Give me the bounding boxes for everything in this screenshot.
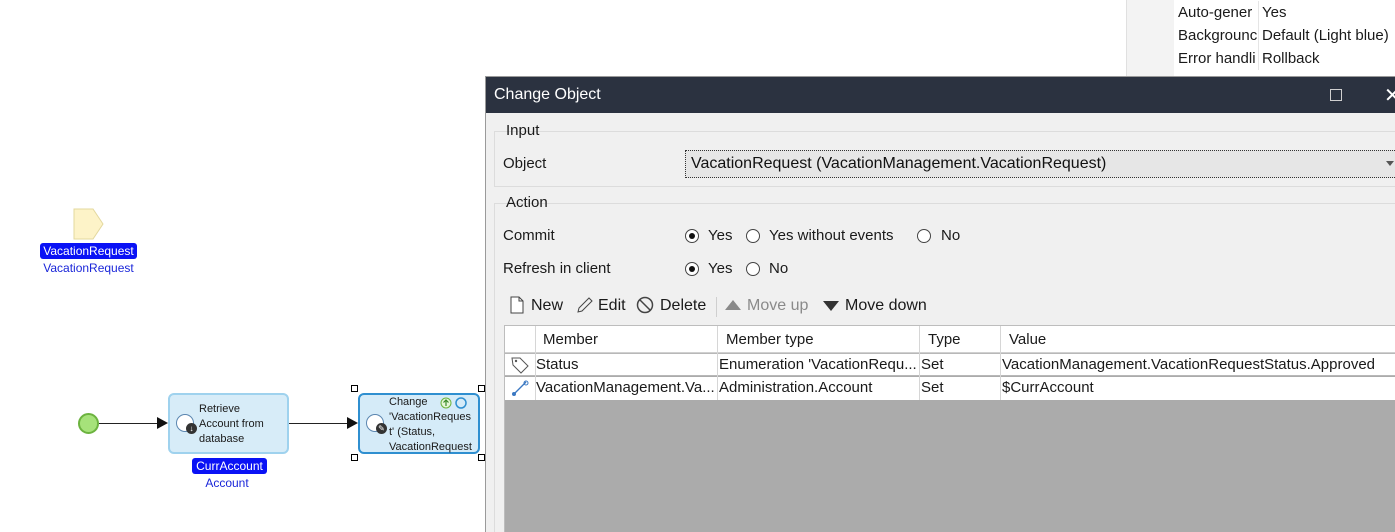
triangle-down-icon	[823, 301, 839, 311]
microflow-editor: Auto-gener Yes Backgrounc Default (Light…	[0, 0, 1395, 532]
move-up-button[interactable]: Move up	[747, 297, 808, 315]
refresh-no-radio[interactable]	[746, 262, 760, 276]
parameter-name-tag[interactable]: VacationRequest	[40, 243, 137, 259]
dialog-title: Change Object	[494, 86, 601, 103]
property-row[interactable]: Error handli Rollback	[1178, 47, 1395, 70]
move-down-button[interactable]: Move down	[845, 297, 927, 315]
commit-yes-radio[interactable]	[685, 229, 699, 243]
close-icon[interactable]: ✕	[1384, 83, 1395, 108]
table-row[interactable]: VacationManagement.Va... Administration.…	[505, 377, 1395, 400]
start-event[interactable]	[78, 413, 99, 434]
retrieve-output-type: Account	[205, 476, 249, 490]
retrieve-icon: ↓	[176, 414, 197, 434]
maximize-icon[interactable]	[1330, 89, 1342, 101]
change-object-dialog: Change Object ✕ Input Object VacationReq…	[485, 76, 1395, 532]
input-group-label: Input	[506, 122, 540, 139]
action-group-label: Action	[506, 194, 548, 211]
retrieve-activity[interactable]: ↓ Retrieve Account from database	[168, 393, 289, 454]
chevron-down-icon	[1386, 161, 1394, 166]
commit-yes-without-events-radio[interactable]	[746, 229, 760, 243]
property-row[interactable]: Auto-gener Yes	[1178, 1, 1395, 24]
property-row[interactable]: Backgrounc Default (Light blue)	[1178, 24, 1395, 47]
resize-handle[interactable]	[478, 385, 485, 392]
resize-handle[interactable]	[478, 454, 485, 461]
sequence-flow[interactable]	[99, 423, 159, 424]
delete-button[interactable]: Delete	[660, 297, 706, 315]
dialog-titlebar[interactable]: Change Object ✕	[486, 77, 1395, 113]
object-select[interactable]: VacationRequest (VacationManagement.Vaca…	[685, 150, 1395, 178]
column-header-value[interactable]: Value	[1009, 331, 1046, 348]
commit-refresh-icon	[440, 397, 467, 409]
parameter-icon[interactable]	[73, 208, 105, 240]
commit-label: Commit	[503, 227, 555, 244]
arrow-head-icon	[347, 417, 358, 429]
delete-icon	[636, 296, 654, 314]
sequence-flow[interactable]	[289, 423, 349, 424]
column-header-member[interactable]: Member	[543, 331, 598, 348]
parameter-type-label: VacationRequest	[43, 261, 134, 275]
association-icon	[512, 380, 529, 396]
arrow-head-icon	[157, 417, 168, 429]
change-object-activity[interactable]: ✎ Change 'VacationReques t' (Status, Vac…	[358, 393, 480, 454]
resize-handle[interactable]	[351, 385, 358, 392]
commit-no-radio[interactable]	[917, 229, 931, 243]
edit-button[interactable]: Edit	[598, 297, 626, 315]
new-button[interactable]: New	[531, 297, 563, 315]
object-label: Object	[503, 155, 547, 172]
change-object-icon: ✎	[366, 414, 387, 434]
members-grid: Member Member type Type Value Status Enu…	[504, 325, 1395, 532]
triangle-up-icon	[725, 300, 741, 310]
retrieve-output-tag[interactable]: CurrAccount	[192, 458, 267, 474]
resize-handle[interactable]	[351, 454, 358, 461]
new-document-icon	[510, 296, 524, 314]
refresh-yes-radio[interactable]	[685, 262, 699, 276]
table-row[interactable]: Status Enumeration 'VacationRequ... Set …	[505, 353, 1395, 376]
column-header-member-type[interactable]: Member type	[726, 331, 814, 348]
edit-pencil-icon	[577, 297, 593, 313]
grid-header: Member Member type Type Value	[505, 326, 1395, 353]
tag-icon	[511, 357, 529, 374]
refresh-label: Refresh in client	[503, 260, 611, 277]
column-header-type[interactable]: Type	[928, 331, 961, 348]
